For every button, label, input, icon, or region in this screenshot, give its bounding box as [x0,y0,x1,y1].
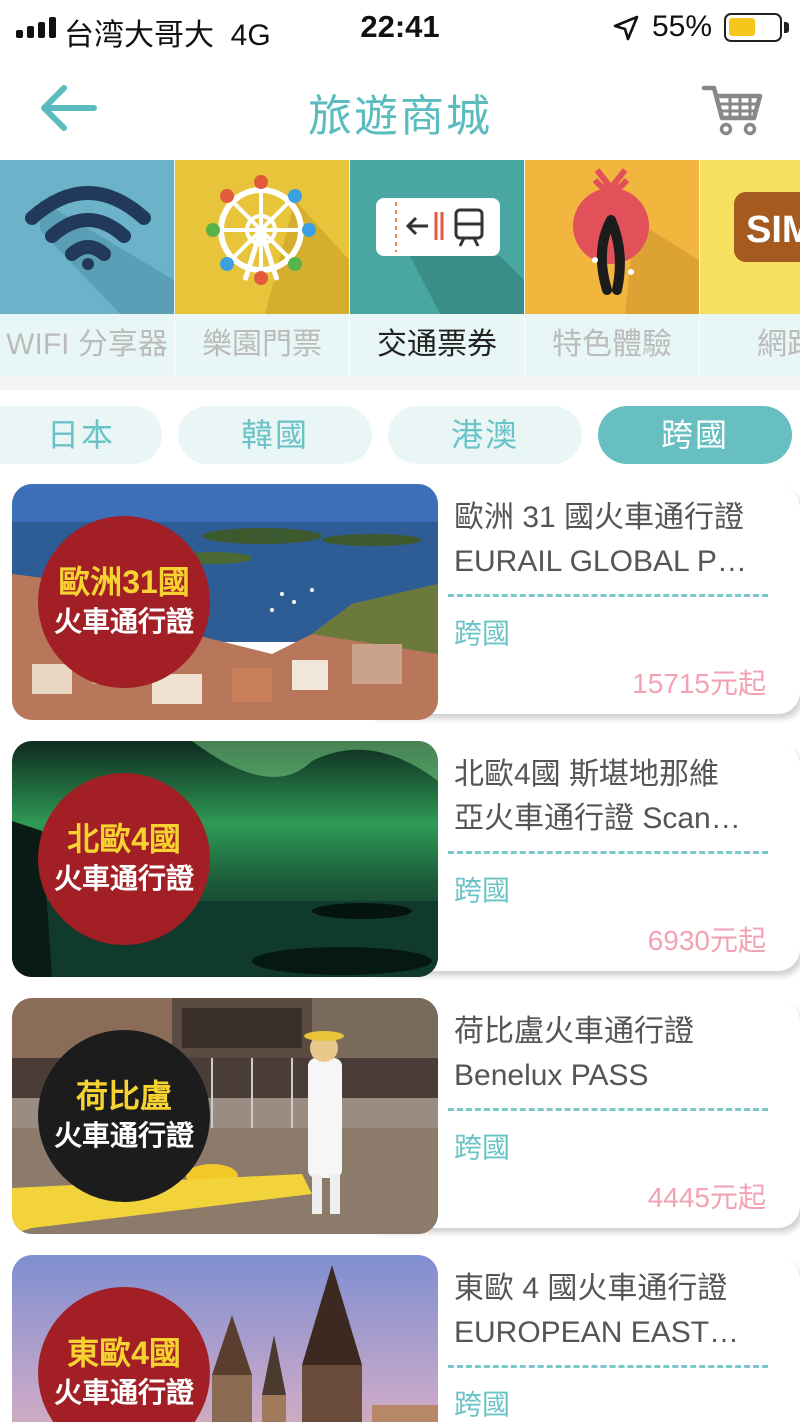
battery-icon [724,13,782,42]
category-theme-park[interactable]: 樂園門票 [175,160,350,376]
product-title-line1: 東歐 4 國火車通行證 [454,1272,728,1305]
battery-level-fill [729,18,755,36]
badge-line1: 東歐4國 [67,1335,181,1371]
product-image: 北歐4國 火車通行證 [12,741,438,977]
shopping-cart-icon [701,85,763,136]
battery-tip [784,22,789,33]
region-tab-korea[interactable]: 韓國 [178,406,372,464]
product-image: 東歐4國 火車通行證 [12,1255,438,1422]
dashed-divider [448,851,768,854]
product-title-line1: 北歐4國 斯堪地那維 [454,758,720,791]
badge-line1: 荷比盧 [75,1078,172,1114]
category-label: 特色體驗 [552,328,672,361]
product-price: 4445元起 [647,1182,766,1213]
train-ticket-icon [376,198,524,314]
ferris-wheel-icon [206,175,349,314]
product-image: 荷比盧 火車通行證 [12,998,438,1234]
product-title-line2: EURAIL GLOBAL P… [454,545,747,578]
badge-line1: 北歐4國 [67,821,181,857]
dashed-divider [448,594,768,597]
dashed-divider [448,1108,768,1111]
product-price: 6930元起 [647,925,766,956]
product-title-line2: EUROPEAN EAST… [454,1316,740,1349]
category-tile: SIM [700,160,800,314]
product-badge: 荷比盧 火車通行證 [38,1030,210,1202]
product-region-tag: 跨國 [454,875,511,906]
product-card[interactable]: 歐洲31國 火車通行證 歐洲 31 國火車通行證 EURAIL GLOBAL P… [12,484,800,720]
location-arrow-icon [613,15,639,41]
product-title-line1: 荷比盧火車通行證 [454,1015,694,1048]
product-region-tag: 跨國 [454,1389,511,1420]
product-list: 歐洲31國 火車通行證 歐洲 31 國火車通行證 EURAIL GLOBAL P… [0,482,800,1422]
section-divider [0,376,800,390]
page-title: 旅遊商城 [308,92,492,141]
dashed-divider [448,1365,768,1368]
product-card[interactable]: 東歐4國 火車通行證 東歐 4 國火車通行證 EUROPEAN EAST… 跨國 [12,1255,800,1422]
category-wifi[interactable]: WIFI 分享器 [0,160,175,376]
wifi-icon [25,186,174,314]
category-label: 樂園門票 [202,328,322,361]
badge-line2: 火車通行證 [53,606,194,637]
region-tabs: 日本 韓國 港澳 跨國 [0,390,800,482]
region-tab-hongkong-macau[interactable]: 港澳 [388,406,582,464]
product-image: 歐洲31國 火車通行證 [12,484,438,720]
category-network[interactable]: SIM 網路 [700,160,800,376]
battery-percent: 55% [652,10,713,43]
category-label: 網路 [757,328,800,361]
category-tile [175,160,349,314]
svg-text:SIM: SIM [746,209,800,251]
product-price: 15715元起 [632,668,766,699]
cart-button[interactable] [700,78,764,138]
category-label: 交通票券 [377,328,497,361]
navigation-bar: 旅遊商城 [0,56,800,160]
badge-line2: 火車通行證 [53,1377,194,1408]
gift-icon [573,168,699,314]
sim-card-icon: SIM [734,192,800,262]
region-tab-japan[interactable]: 日本 [0,406,162,464]
category-experience[interactable]: 特色體驗 [525,160,700,376]
product-card[interactable]: 荷比盧 火車通行證 荷比盧火車通行證 Benelux PASS 跨國 4445元… [12,998,800,1234]
category-tile [525,160,699,314]
status-bar: 台湾大哥大 4G 22:41 55% [0,0,800,56]
product-badge: 歐洲31國 火車通行證 [38,516,210,688]
product-title-line1: 歐洲 31 國火車通行證 [454,501,745,534]
badge-line2: 火車通行證 [53,863,194,894]
category-tile [0,160,174,314]
product-badge: 北歐4國 火車通行證 [38,773,210,945]
product-region-tag: 跨國 [454,618,511,649]
category-tile [350,160,524,314]
product-region-tag: 跨國 [454,1132,511,1163]
category-transport[interactable]: 交通票券 [350,160,525,376]
badge-line2: 火車通行證 [53,1120,194,1151]
region-tab-cross-border[interactable]: 跨國 [598,406,792,464]
product-title-line2: Benelux PASS [454,1059,649,1092]
badge-line1: 歐洲31國 [58,564,190,600]
category-strip: WIFI 分享器 樂園門票 交通票券 特色體驗 SIM 網 [0,160,800,376]
category-label: WIFI 分享器 [6,328,168,361]
product-card[interactable]: 北歐4國 火車通行證 北歐4國 斯堪地那維 亞火車通行證 Scan… 跨國 69… [12,741,800,977]
product-title-line2: 亞火車通行證 Scan… [454,802,741,835]
